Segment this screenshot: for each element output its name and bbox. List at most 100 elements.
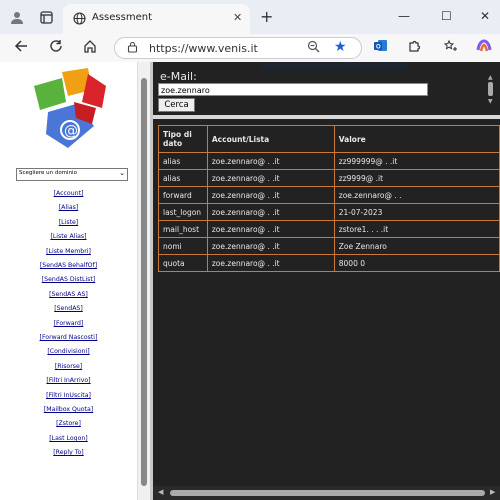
- cell-tipo: last_logon: [158, 203, 208, 221]
- globe-icon: [73, 12, 86, 29]
- tab-close-icon[interactable]: ✕: [233, 11, 242, 24]
- table-row: last_logon zoe.zennaro@ . .it 21-07-2023: [158, 203, 500, 221]
- browser-titlebar: Assessment ✕ + — ☐ ✕: [0, 0, 500, 34]
- sidebar-link-text[interactable]: [Forward]: [54, 320, 84, 327]
- favorites-collection-icon[interactable]: [443, 39, 458, 57]
- sidebar-link: [Condivisioni]: [0, 348, 137, 355]
- minimize-button[interactable]: —: [398, 9, 410, 23]
- table-header-row: Tipo di dato Account/Lista Valore: [158, 125, 500, 153]
- sidebar-link-text[interactable]: [Filtri InArrivo]: [46, 377, 90, 384]
- cell-account: zoe.zennaro@ . .it: [206, 152, 335, 170]
- sidebar-link-text[interactable]: [Mailbox Quota]: [44, 406, 93, 413]
- left-frame: @ Scegliere un dominio ⌄ [Account] [Alias…: [0, 62, 137, 500]
- address-bar[interactable]: https://www.venis.it ★: [114, 37, 362, 59]
- table-row: alias zoe.zennaro@ . .it zz999999@ . .it: [158, 152, 500, 170]
- browser-toolbar: https://www.venis.it ★ O: [0, 34, 500, 63]
- scroll-down-icon[interactable]: ▼: [488, 98, 493, 105]
- table-row: forward zoe.zennaro@ . .it zoe.zennaro@ . …: [158, 186, 500, 204]
- sidebar-link-text[interactable]: [Alias]: [59, 204, 79, 211]
- sidebar-link: [Zstore]: [0, 420, 137, 427]
- chevron-down-icon: ⌄: [119, 169, 125, 177]
- home-icon[interactable]: [83, 39, 97, 57]
- lock-icon[interactable]: [127, 41, 138, 56]
- sidebar-link-text[interactable]: [SendAS BehalfOf]: [40, 262, 97, 269]
- new-tab-button[interactable]: +: [260, 7, 273, 26]
- sidebar-link-text[interactable]: [Last Logon]: [49, 435, 87, 442]
- tab-title: Assessment: [92, 12, 152, 23]
- table-row: mail_host zoe.zennaro@ . .it zstore1. . . …: [158, 220, 500, 238]
- sidebar-link-text[interactable]: [Risorse]: [55, 363, 82, 370]
- horizontal-scrollbar[interactable]: ◀ ▶: [153, 486, 500, 500]
- search-button[interactable]: Cerca: [158, 98, 195, 112]
- profile-icon[interactable]: [10, 10, 26, 30]
- sidebar-link-text[interactable]: [Filtri InUscita]: [46, 392, 91, 399]
- horizontal-scroll-thumb[interactable]: [170, 490, 485, 496]
- table-row: quota zoe.zennaro@ . .it 8000 0: [158, 254, 500, 272]
- sidebar-link-text[interactable]: [Liste Membri]: [46, 248, 91, 255]
- sidebar-link: [SendAS AS]: [0, 291, 137, 298]
- url-text: https://www.venis.it: [149, 42, 258, 55]
- sidebar-link: [Last Logon]: [0, 435, 137, 442]
- sidebar-link-text[interactable]: [Zstore]: [56, 420, 81, 427]
- sidebar-link-text[interactable]: [Reply To]: [53, 449, 83, 456]
- header-tipo: Tipo di dato: [158, 125, 208, 153]
- refresh-icon[interactable]: [49, 39, 63, 57]
- copilot-icon[interactable]: [476, 39, 492, 57]
- cell-valore: 8000 0: [333, 254, 500, 272]
- table-row: nomi zoe.zennaro@ . .it Zoe Zennaro: [158, 237, 500, 255]
- cell-valore: zoe.zennaro@ . .: [333, 186, 500, 204]
- svg-text:O: O: [376, 45, 381, 51]
- cell-tipo: alias: [158, 169, 208, 187]
- sidebar-link-text[interactable]: [SendAS]: [54, 305, 83, 312]
- frame-separator: [153, 115, 500, 119]
- sidebar-link-text[interactable]: [Liste]: [59, 219, 78, 226]
- left-scrollbar[interactable]: [137, 62, 150, 500]
- maximize-button[interactable]: ☐: [441, 9, 452, 23]
- cell-valore: 21-07-2023: [333, 203, 500, 221]
- svg-text:@: @: [64, 123, 78, 139]
- favorite-star-icon[interactable]: ★: [334, 39, 347, 55]
- sidebar-link: [Liste Membri]: [0, 248, 137, 255]
- cell-account: zoe.zennaro@ . .it: [206, 237, 335, 255]
- tab-actions-icon[interactable]: [40, 11, 53, 28]
- sidebar-link-text[interactable]: [SendAS AS]: [49, 291, 88, 298]
- cell-valore: Zoe Zennaro: [333, 237, 500, 255]
- cell-account: zoe.zennaro@ . .it: [206, 220, 335, 238]
- domain-select-value: Scegliere un dominio: [19, 170, 77, 176]
- sidebar-link: [SendAS]: [0, 305, 137, 312]
- window-close-button[interactable]: ✕: [480, 9, 490, 23]
- sidebar-link-text[interactable]: [SendAS DistList]: [42, 276, 96, 283]
- domain-select[interactable]: Scegliere un dominio ⌄: [16, 168, 128, 181]
- sidebar-link: [Liste]: [0, 219, 137, 226]
- sidebar-link: [Alias]: [0, 204, 137, 211]
- top-frame-scrollbar[interactable]: ▲ ▼: [486, 74, 496, 105]
- browser-tab[interactable]: Assessment ✕: [63, 4, 250, 34]
- cell-tipo: forward: [158, 186, 208, 204]
- zoom-icon[interactable]: [307, 40, 320, 56]
- sidebar-link-text[interactable]: [Condivisioni]: [47, 348, 89, 355]
- sidebar-link: [SendAS BehalfOf]: [0, 262, 137, 269]
- outlook-extension-icon[interactable]: O: [373, 39, 388, 57]
- sidebar-link: [Filtri InArrivo]: [0, 377, 137, 384]
- sidebar-link: [Mailbox Quota]: [0, 406, 137, 413]
- sidebar-link: [Forward]: [0, 320, 137, 327]
- sidebar-link-text[interactable]: [Account]: [54, 190, 84, 197]
- scroll-up-icon[interactable]: ▲: [488, 74, 493, 81]
- sidebar-link-text[interactable]: [Forward Nascosti]: [40, 334, 98, 341]
- cell-tipo: mail_host: [158, 220, 208, 238]
- scroll-left-icon[interactable]: ◀: [158, 488, 163, 496]
- sidebar-link: [Liste Alias]: [0, 233, 137, 240]
- sidebar-link-text[interactable]: [Liste Alias]: [50, 233, 86, 240]
- sidebar-link: [Risorse]: [0, 363, 137, 370]
- left-scrollbar-thumb[interactable]: [141, 78, 147, 486]
- extensions-puzzle-icon[interactable]: [407, 39, 421, 57]
- puzzle-logo: @: [26, 64, 114, 156]
- sidebar-link: [Account]: [0, 190, 137, 197]
- sidebar-link: [Filtri InUscita]: [0, 392, 137, 399]
- email-input[interactable]: zoe.zennaro: [158, 83, 428, 96]
- cell-account: zoe.zennaro@ . .it: [206, 169, 335, 187]
- back-icon[interactable]: [14, 39, 28, 57]
- scroll-right-icon[interactable]: ▶: [490, 488, 495, 496]
- cell-account: zoe.zennaro@ . .it: [206, 186, 335, 204]
- top-frame-scroll-thumb[interactable]: [488, 82, 493, 96]
